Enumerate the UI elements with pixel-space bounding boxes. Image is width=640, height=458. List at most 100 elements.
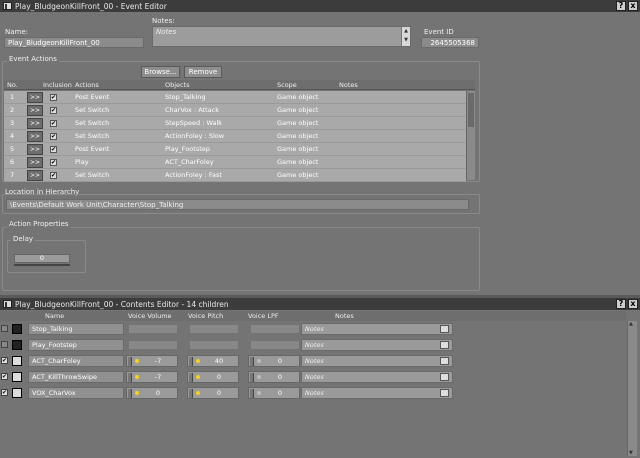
pitch-value[interactable]: 0 (202, 373, 236, 382)
inclusion-checkbox[interactable]: ✔ (50, 133, 57, 140)
volume-value[interactable]: -7 (141, 357, 175, 366)
inclusion-checkbox[interactable]: ✔ (50, 120, 57, 127)
scope-cell[interactable]: Game object (277, 156, 318, 169)
lpf-slider[interactable]: 0 (248, 387, 300, 399)
action-cell[interactable]: Post Event (75, 91, 109, 104)
object-cell[interactable]: Stop_Talking (165, 91, 206, 104)
event-actions-scrollbar[interactable] (466, 91, 475, 180)
link-indicator-icon[interactable] (196, 391, 200, 395)
slider-handle[interactable] (250, 357, 254, 366)
slider-handle[interactable] (128, 373, 132, 382)
link-indicator-icon[interactable] (257, 375, 261, 379)
browse-button[interactable]: Browse... (141, 66, 180, 78)
volume-slider[interactable]: -7 (126, 371, 178, 383)
action-cell[interactable]: Set Switch (75, 169, 109, 182)
content-row[interactable]: ✔ ACT_CharFoley -7 40 0 Notes (0, 354, 626, 369)
delay-slider[interactable] (14, 264, 70, 266)
notes-expand-icon[interactable] (440, 341, 449, 349)
content-row[interactable]: ✔ ACT_KillThrowSwipe -7 0 0 Notes (0, 370, 626, 385)
action-row[interactable]: 3 >> ✔ Set Switch StepSpeed : Walk Game objec… (4, 117, 466, 130)
content-row[interactable]: Play_Footstep Notes (0, 338, 626, 353)
pitch-slider[interactable]: 40 (187, 355, 239, 367)
close-button[interactable]: x (628, 299, 638, 309)
object-cell[interactable]: Play_Footstep (165, 143, 210, 156)
scroll-down-icon[interactable]: ▼ (629, 450, 633, 456)
scope-cell[interactable]: Game object (277, 143, 318, 156)
notes-expand-icon[interactable] (440, 357, 449, 365)
notes-field[interactable]: Notes (301, 323, 453, 335)
help-button[interactable]: ? (616, 1, 626, 11)
close-button[interactable]: x (628, 1, 638, 11)
action-row[interactable]: 7 >> ✔ Set Switch ActionFoley : Fast Game obj… (4, 169, 466, 182)
inclusion-checkbox[interactable]: ✔ (50, 172, 57, 179)
notes-field[interactable]: Notes (301, 339, 453, 351)
pitch-value[interactable]: 0 (202, 389, 236, 398)
expand-button[interactable]: >> (27, 170, 43, 181)
scope-cell[interactable]: Game object (277, 104, 318, 117)
expand-button[interactable]: >> (27, 144, 43, 155)
object-cell[interactable]: StepSpeed : Walk (165, 117, 222, 130)
volume-slider[interactable]: 0 (126, 387, 178, 399)
contents-scrollbar[interactable]: ▲ ▼ (627, 321, 637, 456)
slider-handle[interactable] (250, 389, 254, 398)
content-row[interactable]: ✔ VOX_CharVox 0 0 0 Notes (0, 386, 626, 401)
pitch-slider[interactable]: 0 (187, 387, 239, 399)
action-row[interactable]: 6 >> ✔ Play ACT_CharFoley Game object (4, 156, 466, 169)
lpf-value[interactable]: 0 (263, 373, 297, 382)
inclusion-checkbox[interactable]: ✔ (50, 94, 57, 101)
slider-handle[interactable] (128, 357, 132, 366)
expand-button[interactable]: >> (27, 157, 43, 168)
link-indicator-icon[interactable] (135, 391, 139, 395)
lpf-slider[interactable]: 0 (248, 371, 300, 383)
content-name[interactable]: ACT_KillThrowSwipe (28, 371, 124, 383)
notes-field[interactable]: Notes (301, 387, 453, 399)
lpf-value[interactable]: 0 (263, 389, 297, 398)
link-indicator-icon[interactable] (196, 359, 200, 363)
action-row[interactable]: 5 >> ✔ Post Event Play_Footstep Game object (4, 143, 466, 156)
delay-input[interactable]: 0 (14, 254, 70, 263)
action-row[interactable]: 2 >> ✔ Set Switch CharVox : Attack Game objec… (4, 104, 466, 117)
link-indicator-icon[interactable] (135, 375, 139, 379)
scope-cell[interactable]: Game object (277, 117, 318, 130)
notes-scrollbar[interactable]: ▲ ▼ (401, 27, 410, 46)
notes-expand-icon[interactable] (440, 325, 449, 333)
volume-value[interactable]: 0 (141, 389, 175, 398)
link-indicator-icon[interactable] (196, 375, 200, 379)
slider-handle[interactable] (189, 373, 193, 382)
scope-cell[interactable]: Game object (277, 169, 318, 182)
action-cell[interactable]: Set Switch (75, 130, 109, 143)
action-cell[interactable]: Set Switch (75, 104, 109, 117)
inclusion-checkbox[interactable]: ✔ (50, 159, 57, 166)
action-cell[interactable]: Play (75, 156, 89, 169)
expand-button[interactable]: >> (27, 118, 43, 129)
inclusion-checkbox[interactable]: ✔ (50, 146, 57, 153)
help-button[interactable]: ? (616, 299, 626, 309)
scroll-up-icon[interactable]: ▲ (629, 321, 633, 327)
object-cell[interactable]: CharVox : Attack (165, 104, 219, 117)
notes-field[interactable]: Notes (301, 355, 453, 367)
action-row[interactable]: 4 >> ✔ Set Switch ActionFoley : Slow Game obj… (4, 130, 466, 143)
include-checkbox[interactable] (1, 341, 8, 348)
notes-field[interactable]: Notes (301, 371, 453, 383)
remove-button[interactable]: Remove (184, 66, 222, 78)
inclusion-checkbox[interactable]: ✔ (50, 107, 57, 114)
notes-expand-icon[interactable] (440, 389, 449, 397)
object-cell[interactable]: ActionFoley : Slow (165, 130, 224, 143)
action-cell[interactable]: Post Event (75, 143, 109, 156)
name-field[interactable]: Play_BludgeonKillFront_00 (4, 37, 144, 48)
slider-handle[interactable] (128, 389, 132, 398)
pitch-slider[interactable]: 0 (187, 371, 239, 383)
slider-handle[interactable] (189, 357, 193, 366)
include-checkbox[interactable] (1, 325, 8, 332)
lpf-value[interactable]: 0 (263, 357, 297, 366)
volume-value[interactable]: -7 (141, 373, 175, 382)
expand-button[interactable]: >> (27, 105, 43, 116)
link-indicator-icon[interactable] (257, 359, 261, 363)
volume-slider[interactable]: -7 (126, 355, 178, 367)
notes-textarea[interactable]: Notes (152, 26, 411, 47)
include-checkbox[interactable]: ✔ (1, 357, 8, 364)
link-indicator-icon[interactable] (257, 391, 261, 395)
link-indicator-icon[interactable] (135, 359, 139, 363)
content-name[interactable]: VOX_CharVox (28, 387, 124, 399)
scope-cell[interactable]: Game object (277, 130, 318, 143)
